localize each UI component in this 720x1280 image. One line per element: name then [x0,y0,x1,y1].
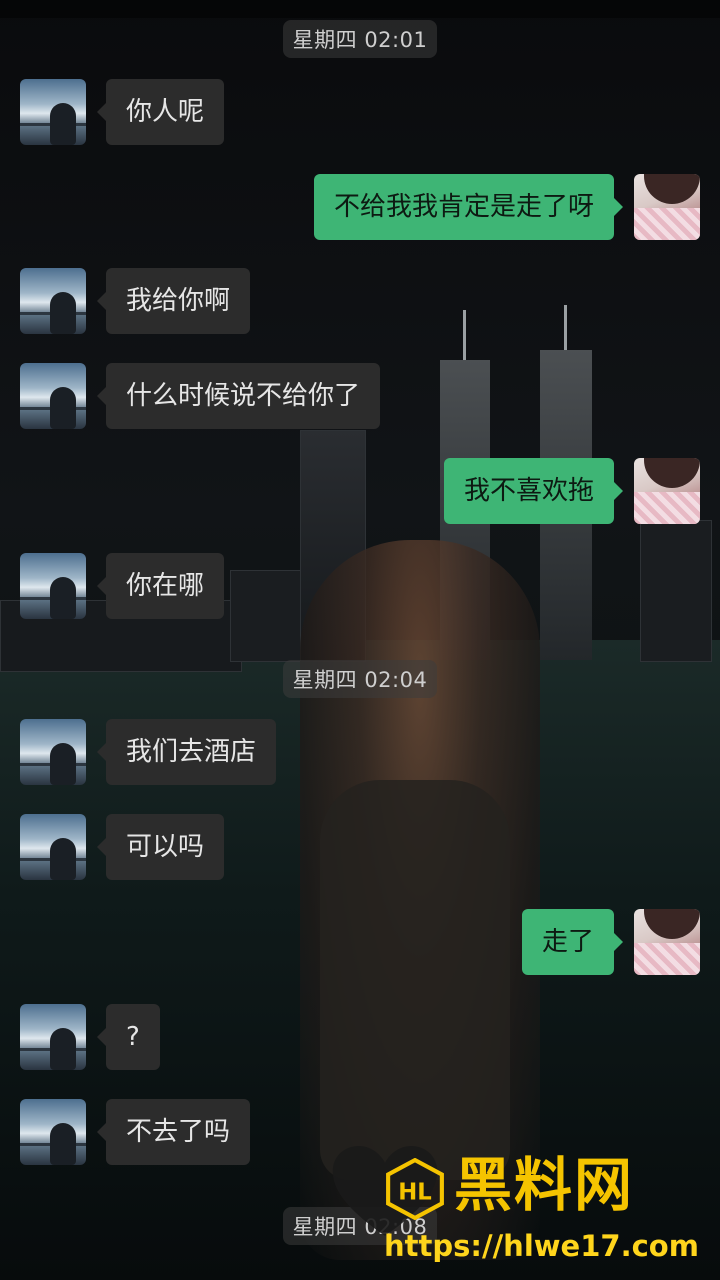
message-row: 我们去酒店 [0,719,720,787]
self-avatar[interactable] [634,909,700,975]
timestamp: 星期四 02:04 [0,660,720,698]
message-bubble-received[interactable]: 不去了吗 [96,1099,251,1165]
contact-avatar[interactable] [20,1004,86,1070]
message-row: 你在哪 [0,553,720,621]
contact-avatar[interactable] [20,814,86,880]
message-row: 我不喜欢拖 [0,458,720,526]
self-avatar[interactable] [634,174,700,240]
timestamp: 星期四 02:01 [0,20,720,58]
message-row: 你人呢 [0,79,720,147]
message-bubble-sent[interactable]: 走了 [521,909,624,975]
contact-avatar[interactable] [20,363,86,429]
timestamp-label: 星期四 02:01 [282,20,438,58]
watermark-logo-icon: HL [386,1158,444,1220]
message-bubble-received[interactable]: 你在哪 [96,553,225,619]
message-row: 走了 [0,909,720,977]
message-row: 可以吗 [0,814,720,882]
message-bubble-received[interactable]: 我给你啊 [96,268,251,334]
message-row: ? [0,1004,720,1072]
watermark-title: 黑料网 [454,1151,635,1219]
contact-avatar[interactable] [20,79,86,145]
message-bubble-sent[interactable]: 我不喜欢拖 [443,458,624,524]
message-bubble-received[interactable]: 我们去酒店 [96,719,277,785]
timestamp-label: 星期四 02:04 [282,660,438,698]
contact-avatar[interactable] [20,553,86,619]
message-bubble-received[interactable]: 什么时候说不给你了 [96,363,381,429]
contact-avatar[interactable] [20,1099,86,1165]
message-row: 什么时候说不给你了 [0,363,720,431]
top-status-strip [0,0,720,18]
contact-avatar[interactable] [20,719,86,785]
message-bubble-received[interactable]: 可以吗 [96,814,225,880]
self-avatar[interactable] [634,458,700,524]
watermark-url: https://hlwe17.com [384,1229,699,1263]
message-row: 我给你啊 [0,268,720,336]
message-bubble-received[interactable]: 你人呢 [96,79,225,145]
message-bubble-sent[interactable]: 不给我我肯定是走了呀 [313,174,624,240]
message-row: 不给我我肯定是走了呀 [0,174,720,242]
message-bubble-received[interactable]: ? [97,1004,160,1070]
svg-text:HL: HL [398,1179,432,1205]
contact-avatar[interactable] [20,268,86,334]
